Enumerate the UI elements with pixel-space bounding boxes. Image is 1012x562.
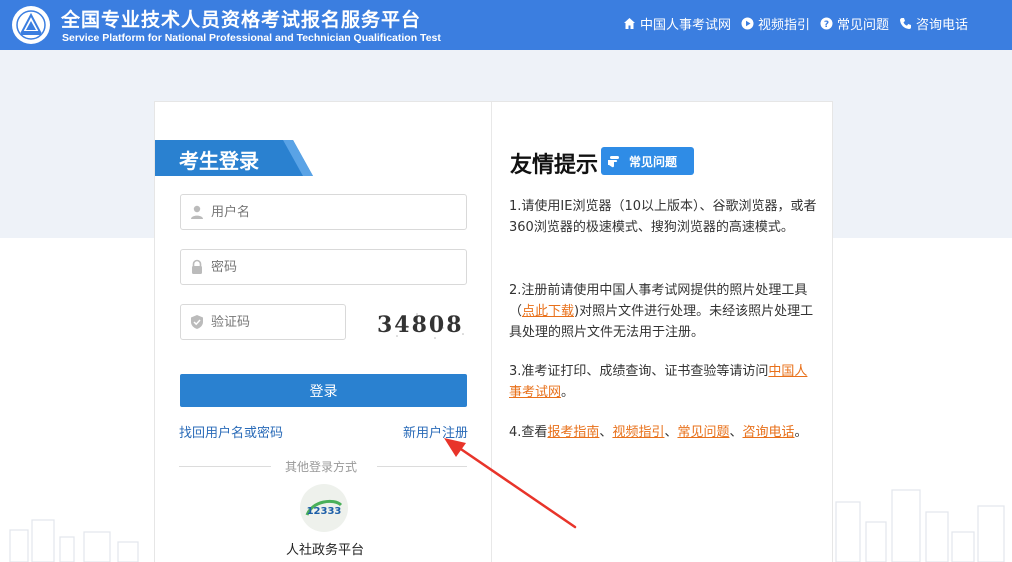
site-title: 全国专业技术人员资格考试报名服务平台 [61, 9, 422, 31]
nav-label: 中国人事考试网 [639, 18, 731, 33]
tip-item-3: 3.准考证打印、成绩查询、证书查验等请访问中国人事考试网。 [509, 361, 819, 403]
photo-tool-download-link[interactable]: 点此下载 [522, 304, 574, 319]
captcha-image[interactable]: 34808 [377, 308, 469, 342]
logo-icon [12, 6, 50, 44]
tip-separator: 、 [729, 425, 743, 440]
svg-text:?: ? [824, 20, 829, 30]
password-input[interactable] [211, 259, 451, 275]
login-button[interactable]: 登录 [180, 374, 467, 407]
shield-icon [189, 314, 205, 330]
faq-badge-button[interactable]: 常见问题 [601, 147, 694, 175]
faq-link[interactable]: 常见问题 [677, 425, 729, 440]
phone-icon [899, 17, 912, 30]
nav-video-guide[interactable]: 视频指引 [741, 14, 810, 33]
user-icon [189, 204, 205, 220]
nav-label: 视频指引 [757, 18, 810, 33]
tip-item-2: 2.注册前请使用中国人事考试网提供的照片处理工具（点此下载)对照片文件进行处理。… [509, 280, 819, 343]
pointing-hand-icon [607, 154, 623, 168]
hotline-link[interactable]: 咨询电话 [743, 425, 795, 440]
red-arrow-annotation [444, 438, 577, 529]
tip-separator: 、 [664, 425, 678, 440]
tip-text: 。 [561, 385, 575, 400]
top-nav: 中国人事考试网 视频指引 ? 常见问题 咨询电话 [623, 14, 968, 33]
username-input[interactable] [211, 204, 451, 220]
login-tab-title: 考生登录 [179, 149, 259, 173]
gov-platform-label[interactable]: 人社政务平台 [286, 539, 364, 558]
password-field[interactable] [180, 249, 467, 285]
tip-text: 1.请使用IE浏览器（10以上版本）、谷歌浏览器，或者360浏览器的极速模式、搜… [509, 199, 817, 235]
username-field[interactable] [180, 194, 467, 230]
nav-label: 常见问题 [836, 18, 889, 33]
tip-separator: 、 [599, 425, 613, 440]
nav-label: 咨询电话 [915, 18, 968, 33]
other-login-label: 其他登录方式 [285, 460, 358, 474]
gov-icon-number: 12333 [307, 506, 342, 517]
tips-title: 友情提示 [510, 153, 599, 178]
tip-text: 。 [794, 425, 808, 440]
question-icon: ? [820, 17, 833, 30]
captcha-input[interactable] [211, 314, 341, 330]
home-icon [623, 17, 636, 30]
play-icon [741, 17, 754, 30]
faq-badge-label: 常见问题 [629, 154, 678, 169]
nav-cpta-link[interactable]: 中国人事考试网 [623, 14, 731, 33]
captcha-field[interactable] [180, 304, 346, 340]
tip-text: 3.准考证打印、成绩查询、证书查验等请访问 [509, 364, 769, 379]
lock-icon [189, 259, 205, 275]
nav-faq[interactable]: ? 常见问题 [820, 14, 889, 33]
video-guide-link[interactable]: 视频指引 [612, 425, 664, 440]
site-subtitle: Service Platform for National Profession… [62, 32, 441, 44]
login-tab-header: 考生登录 [155, 140, 313, 176]
gov-platform-icon[interactable]: 12333 [300, 484, 348, 532]
nav-hotline[interactable]: 咨询电话 [899, 14, 968, 33]
forgot-credentials-link[interactable]: 找回用户名或密码 [179, 422, 283, 441]
top-header-bar: 全国专业技术人员资格考试报名服务平台 Service Platform for … [0, 0, 1012, 50]
captcha-text: 34808 [377, 312, 464, 338]
tip-item-1: 1.请使用IE浏览器（10以上版本）、谷歌浏览器，或者360浏览器的极速模式、搜… [509, 196, 819, 238]
divider-line-left [179, 466, 271, 467]
